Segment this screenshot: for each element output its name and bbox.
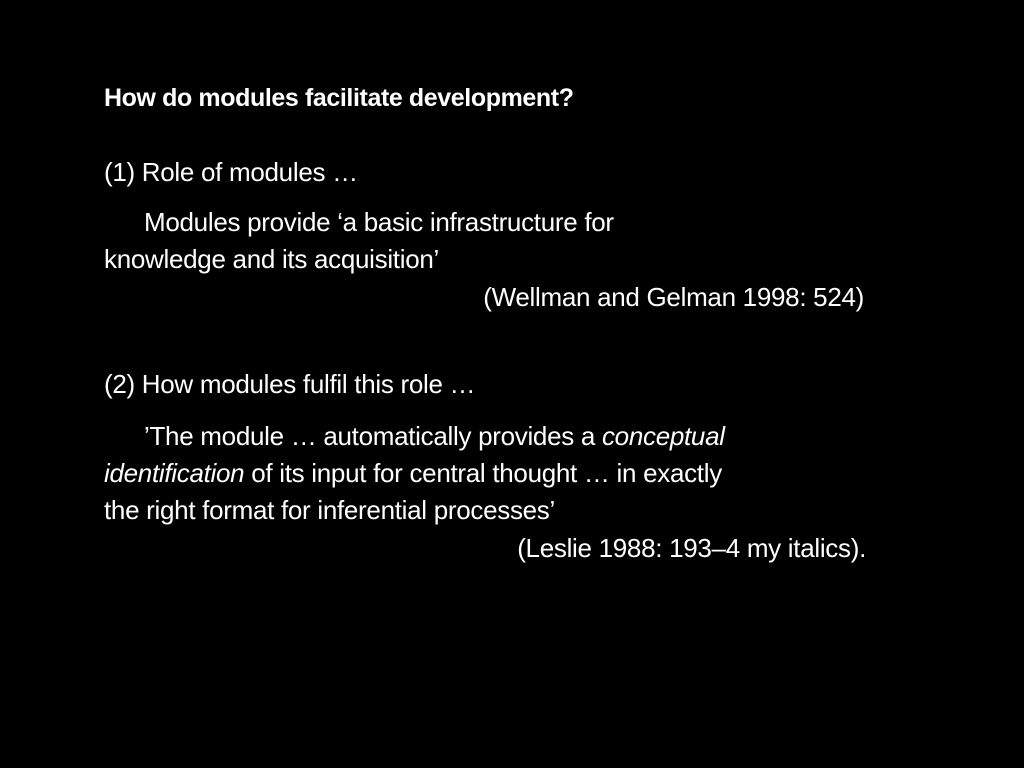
section-2-quote-italic-identification: identification: [104, 458, 245, 488]
section-2-quote-line-1-text: ’The module … automatically provides a: [144, 421, 602, 451]
section-1-quote: Modules provide ‘a basic infrastructure …: [104, 204, 874, 278]
section-2-quote-line-2-text: of its input for central thought … in ex…: [244, 458, 722, 488]
slide: How do modules facilitate development? (…: [0, 0, 1024, 768]
section-1-quote-line-1: Modules provide ‘a basic infrastructure …: [144, 207, 614, 237]
section-1-quote-line-2: knowledge and its acquisition’: [104, 244, 439, 274]
section-2-citation: (Leslie 1988: 193–4 my italics).: [517, 533, 866, 563]
section-1-citation: (Wellman and Gelman 1998: 524): [483, 282, 864, 312]
section-2-quote-line-2: identification of its input for central …: [104, 455, 874, 492]
section-2-heading: (2) How modules fulfil this role …: [104, 369, 476, 399]
section-2-quote-line-1: ’The module … automatically provides a c…: [104, 418, 874, 455]
section-1-heading: (1) Role of modules …: [104, 157, 358, 187]
slide-title: How do modules facilitate development?: [104, 84, 574, 112]
section-2-quote-line-3: the right format for inferential process…: [104, 495, 555, 525]
section-2-quote-italic-conceptual: conceptual: [601, 421, 725, 451]
section-2-quote: ’The module … automatically provides a c…: [104, 418, 874, 529]
